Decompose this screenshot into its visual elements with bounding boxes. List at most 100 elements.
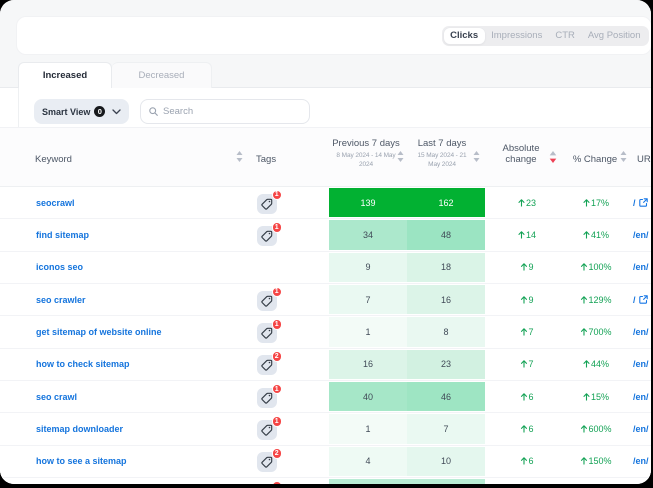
metric-tab-clicks[interactable]: Clicks	[444, 28, 485, 44]
table-row[interactable]	[0, 478, 651, 484]
url-link[interactable]: /en/	[633, 359, 649, 369]
external-link-icon	[639, 295, 648, 304]
tag-count-badge: 1	[272, 416, 283, 427]
tag-button[interactable]: 2	[257, 355, 277, 375]
table-row[interactable]: sitemap downloader 1 1 7 6 600% /en/	[0, 413, 651, 445]
keyword-link[interactable]: how to see a sitemap	[36, 456, 127, 466]
last-period-cell: 48	[407, 220, 485, 249]
last-period-cell: 16	[407, 285, 485, 314]
tag-button[interactable]: 1	[257, 194, 277, 214]
url-link[interactable]: /en/	[633, 424, 649, 434]
last-period-cell: 46	[407, 382, 485, 411]
up-arrow-icon	[583, 360, 590, 368]
tag-count-badge: 2	[272, 448, 283, 459]
keyword-link[interactable]: seocrawl	[36, 198, 75, 208]
sort-icon-keyword[interactable]	[236, 151, 243, 162]
smart-view-count-badge: 0	[94, 106, 105, 117]
sort-icon-absolute-change-active[interactable]	[549, 151, 556, 162]
up-arrow-icon	[520, 360, 527, 368]
url-link[interactable]: /en/	[633, 327, 649, 337]
keyword-link[interactable]: iconos seo	[36, 262, 83, 272]
keyword-link[interactable]: get sitemap of website online	[36, 327, 162, 337]
previous-period-cell	[329, 479, 407, 484]
smart-view-label: Smart View	[42, 107, 90, 117]
metric-segmented-control: ClicksImpressionsCTRAvg Position	[442, 26, 649, 46]
url-link[interactable]: /	[633, 198, 648, 208]
last-period-cell: 162	[407, 188, 485, 217]
url-link[interactable]: /	[633, 295, 648, 305]
url-link[interactable]: /en/	[633, 230, 649, 240]
up-arrow-icon	[520, 425, 527, 433]
percent-change-value: 600%	[580, 424, 611, 434]
column-header-tags[interactable]: Tags	[256, 154, 276, 165]
column-header-keyword[interactable]: Keyword	[35, 154, 72, 165]
table-row[interactable]: seocrawl 1 139 162 23 17% /	[0, 187, 651, 219]
metric-tab-avg-position[interactable]: Avg Position	[581, 28, 647, 44]
table-row[interactable]: how to see a sitemap 2 4 10 6 150% /e	[0, 446, 651, 478]
url-link[interactable]: /en/	[633, 392, 649, 402]
table-row[interactable]: iconos seo 9 18 9 100% /en/	[0, 252, 651, 284]
table-header: Keyword Tags Previous 7 days 8 May 2024 …	[0, 127, 651, 187]
table-row[interactable]: how to check sitemap 2 16 23 7 44% /e	[0, 349, 651, 381]
url-link[interactable]: /en/	[633, 456, 649, 466]
absolute-change-value: 9	[520, 262, 533, 272]
last-period-cell	[407, 479, 485, 484]
absolute-change-value: 6	[520, 392, 533, 402]
trend-tabs: IncreasedDecreased	[18, 62, 212, 88]
column-header-previous[interactable]: Previous 7 days 8 May 2024 - 14 May 2024	[332, 138, 400, 169]
percent-change-value: 700%	[580, 327, 611, 337]
previous-period-cell: 16	[329, 350, 407, 379]
dashboard-card: ClicksImpressionsCTRAvg Position Increas…	[0, 0, 651, 484]
smart-view-dropdown[interactable]: Smart View 0	[34, 99, 129, 124]
column-header-last[interactable]: Last 7 days 15 May 2024 - 21 May 2024	[418, 138, 467, 169]
previous-period-cell: 34	[329, 220, 407, 249]
keyword-link[interactable]: seo crawler	[36, 295, 86, 305]
column-header-percent-change[interactable]: % Change	[573, 154, 617, 165]
last-period-cell: 23	[407, 350, 485, 379]
table-row[interactable]: find sitemap 1 34 48 14 41% /en/	[0, 219, 651, 251]
keyword-link[interactable]: how to check sitemap	[36, 359, 130, 369]
absolute-change-value: 9	[520, 295, 533, 305]
keyword-link[interactable]: find sitemap	[36, 230, 89, 240]
tag-button[interactable]: 1	[257, 226, 277, 246]
keyword-link[interactable]: sitemap downloader	[36, 424, 123, 434]
up-arrow-icon	[518, 199, 525, 207]
column-header-absolute-change[interactable]: Absolute change	[503, 143, 540, 165]
tag-count-badge: 1	[272, 222, 283, 233]
tag-count-badge: 1	[272, 287, 283, 298]
up-arrow-icon	[580, 457, 587, 465]
table-row[interactable]: get sitemap of website online 1 1 8 7 70…	[0, 316, 651, 348]
up-arrow-icon	[520, 296, 527, 304]
tag-button[interactable]: 1	[257, 388, 277, 408]
sort-icon-last[interactable]	[473, 151, 480, 162]
percent-change-value: 44%	[583, 359, 609, 369]
up-arrow-icon	[583, 231, 590, 239]
up-arrow-icon	[518, 231, 525, 239]
previous-period-cell: 1	[329, 414, 407, 443]
table-row[interactable]: seo crawler 1 7 16 9 129% /	[0, 284, 651, 316]
tag-button[interactable]: 1	[257, 291, 277, 311]
keyword-link[interactable]: seo crawl	[36, 392, 77, 402]
last-period-cell: 18	[407, 253, 485, 282]
table-row[interactable]: seo crawl 1 40 46 6 15% /en/	[0, 381, 651, 413]
column-header-url[interactable]: URL	[637, 154, 651, 165]
tag-button[interactable]: 1	[257, 420, 277, 440]
previous-period-cell: 139	[329, 188, 407, 217]
up-arrow-icon	[583, 199, 590, 207]
up-arrow-icon	[520, 328, 527, 336]
previous-period-cell: 9	[329, 253, 407, 282]
last-period-cell: 8	[407, 317, 485, 346]
sort-icon-previous[interactable]	[397, 151, 404, 162]
tag-count-badge	[272, 481, 283, 484]
tab-decreased[interactable]: Decreased	[112, 62, 212, 88]
metric-tab-ctr[interactable]: CTR	[549, 28, 582, 44]
metric-tab-impressions[interactable]: Impressions	[485, 28, 549, 44]
last-period-cell: 10	[407, 447, 485, 476]
sort-icon-percent-change[interactable]	[620, 151, 627, 162]
tag-button[interactable]: 2	[257, 452, 277, 472]
url-link[interactable]: /en/	[633, 262, 649, 272]
absolute-change-value: 7	[520, 327, 533, 337]
tag-button[interactable]: 1	[257, 323, 277, 343]
search-input[interactable]	[163, 106, 301, 117]
tab-increased[interactable]: Increased	[18, 62, 112, 88]
